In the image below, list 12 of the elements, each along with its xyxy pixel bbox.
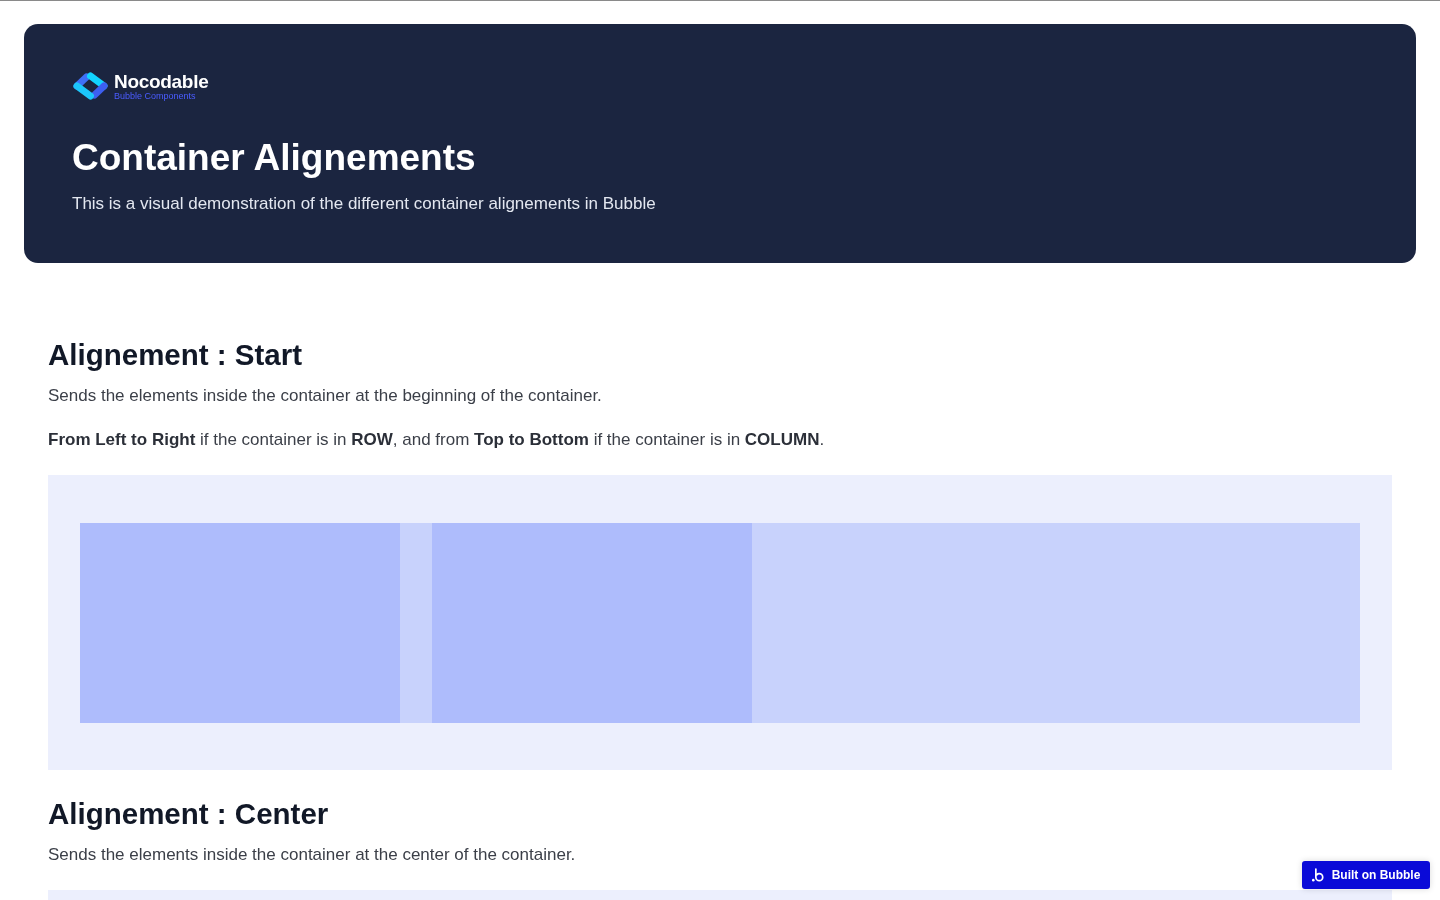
section-heading: Alignement : Start [48,337,304,373]
section-description: Sends the elements inside the container at the center of the container. [48,844,577,866]
logo-icon [1311,868,1324,882]
built-on-bubble-button[interactable]: Built on Bubble [1302,861,1430,889]
page-subtitle: This is a visual demonstration of the different container alignements in Bubble [72,193,657,215]
logo-tagline: Bubble Components [114,91,197,101]
section-description: From Left to Right if the container is in ROW, and from Top to Bottom if the container is in COLUMN. [48,429,826,451]
logo-name: Nocodable [114,71,209,91]
section-heading: Alignement : Center [48,796,330,832]
diamond-logo-icon [72,72,109,100]
page-title: Container Alignements [72,136,477,180]
section-description: Sends the elements inside the container at the beginning of the container. [48,385,603,407]
